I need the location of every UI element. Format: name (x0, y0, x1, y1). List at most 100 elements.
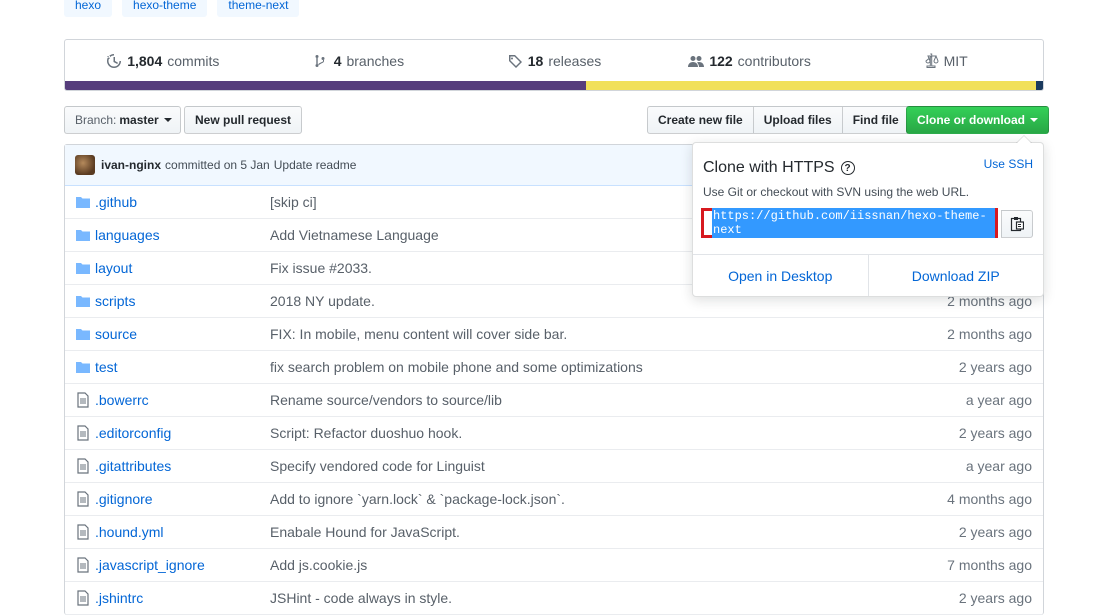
file-name-link[interactable]: .editorconfig (95, 425, 270, 441)
avatar[interactable] (75, 155, 95, 175)
folder-icon (75, 359, 91, 375)
clone-button-label: Clone or download (917, 113, 1025, 127)
releases-count: 18 (527, 52, 544, 69)
clone-url-input[interactable]: https://github.com/iissnan/hexo-theme-ne… (712, 208, 995, 238)
file-icon (75, 425, 91, 441)
file-age: 2 years ago (958, 359, 1032, 375)
file-name-link[interactable]: source (95, 326, 270, 342)
folder-icon (75, 194, 91, 210)
file-commit-message[interactable]: Specify vendored code for Linguist (270, 458, 1043, 474)
file-row: source FIX: In mobile, menu content will … (65, 318, 1043, 351)
file-commit-message[interactable]: Add to ignore `yarn.lock` & `package-loc… (270, 491, 1043, 507)
file-icon (75, 392, 91, 408)
branch-icon (315, 54, 325, 67)
releases-link[interactable]: 18 releases (456, 53, 652, 69)
file-age: a year ago (965, 392, 1032, 408)
branches-label: branches (346, 52, 405, 69)
file-age: 2 years ago (958, 524, 1032, 540)
question-icon[interactable]: ? (840, 161, 855, 175)
contributors-count: 122 (709, 52, 733, 69)
file-commit-message[interactable]: Enabale Hound for JavaScript. (270, 524, 1043, 540)
commit-date: committed on 5 Jan (165, 158, 270, 172)
topic-tag[interactable]: hexo (64, 0, 113, 17)
file-age: 2 years ago (958, 425, 1032, 441)
clone-url-field[interactable]: https://github.com/iissnan/hexo-theme-ne… (701, 208, 998, 238)
file-name-link[interactable]: test (95, 359, 270, 375)
upload-files-button[interactable]: Upload files (752, 106, 843, 134)
license-label: MIT (943, 52, 968, 69)
file-name-link[interactable]: layout (95, 260, 270, 276)
clone-description: Use Git or checkout with SVN using the w… (703, 185, 970, 199)
file-commit-message[interactable]: Rename source/vendors to source/lib (270, 392, 1043, 408)
file-row: .editorconfig Script: Refactor duoshuo ho… (65, 417, 1043, 450)
file-commit-message[interactable]: Script: Refactor duoshuo hook. (270, 425, 1043, 441)
file-row: test fix search problem on mobile phone a… (65, 351, 1043, 384)
file-row: .gitattributes Specify vendored code for … (65, 450, 1043, 483)
file-actions: Create new file Upload files Find file (647, 106, 910, 134)
law-icon (925, 53, 939, 68)
repo-summary: 1,804 commits 4 branches 18 releases 122… (64, 39, 1044, 91)
language-bar[interactable] (65, 81, 1043, 90)
releases-label: releases (548, 52, 602, 69)
file-row: .bowerrc Rename source/vendors to source/… (65, 384, 1043, 417)
language-segment[interactable] (586, 81, 1037, 90)
file-icon (75, 491, 91, 507)
file-name-link[interactable]: .jshintrc (95, 590, 270, 606)
branch-selector[interactable]: Branch: master (64, 106, 181, 134)
open-in-desktop-button[interactable]: Open in Desktop (693, 255, 868, 296)
file-name-link[interactable]: scripts (95, 293, 270, 309)
popover-footer: Open in Desktop Download ZIP (693, 254, 1043, 296)
file-name-link[interactable]: .github (95, 194, 270, 210)
file-row: .jshintrc JSHint - code always in style. 2… (65, 582, 1043, 615)
topic-tag[interactable]: theme-next (217, 0, 300, 17)
file-commit-message[interactable]: fix search problem on mobile phone and s… (270, 359, 1043, 375)
file-row: .javascript_ignore Add js.cookie.js 7 mont… (65, 549, 1043, 582)
people-icon (688, 55, 705, 67)
file-icon (75, 590, 91, 606)
commit-message[interactable]: Update readme (274, 158, 357, 172)
caret-down-icon (163, 118, 172, 122)
topic-tag[interactable]: hexo-theme (122, 0, 208, 17)
file-name-link[interactable]: .javascript_ignore (95, 557, 270, 573)
file-row: .gitignore Add to ignore `yarn.lock` & `p… (65, 483, 1043, 516)
file-name-link[interactable]: .hound.yml (95, 524, 270, 540)
create-new-file-button[interactable]: Create new file (647, 106, 754, 134)
language-segment[interactable] (65, 81, 587, 90)
contributors-label: contributors (737, 52, 811, 69)
file-age: 2 years ago (958, 590, 1032, 606)
contributors-link[interactable]: 122 contributors (652, 53, 848, 69)
popover-arrow (1016, 135, 1032, 143)
file-age: 2 months ago (947, 326, 1032, 342)
file-commit-message[interactable]: Add js.cookie.js (270, 557, 1043, 573)
new-pull-request-button[interactable]: New pull request (184, 106, 303, 134)
file-commit-message[interactable]: JSHint - code always in style. (270, 590, 1043, 606)
find-file-button[interactable]: Find file (841, 106, 910, 134)
commit-author[interactable]: ivan-nginx (101, 158, 161, 172)
folder-icon (75, 227, 91, 243)
commits-label: commits (167, 52, 220, 69)
folder-icon (75, 293, 91, 309)
use-ssh-link[interactable]: Use SSH (984, 157, 1033, 171)
topics-list: hexo hexo-theme theme-next (64, 0, 300, 17)
file-row: .hound.yml Enabale Hound for JavaScript. 2… (65, 516, 1043, 549)
download-zip-button[interactable]: Download ZIP (867, 255, 1044, 296)
language-segment[interactable] (1036, 81, 1043, 90)
file-commit-message[interactable]: FIX: In mobile, menu content will cover … (270, 326, 1043, 342)
caret-down-icon (1030, 118, 1038, 122)
clipboard-icon (1010, 217, 1024, 232)
file-name-link[interactable]: languages (95, 227, 270, 243)
file-age: a year ago (965, 458, 1032, 474)
clone-popover: Clone with HTTPS ? Use SSH Use Git or ch… (692, 135, 1044, 297)
folder-icon (75, 260, 91, 276)
license-link[interactable]: MIT (847, 53, 1043, 69)
branch-label: Branch: (75, 113, 117, 127)
commits-link[interactable]: 1,804 commits (65, 53, 261, 69)
branch-value: master (119, 113, 159, 127)
file-name-link[interactable]: .gitattributes (95, 458, 270, 474)
file-name-link[interactable]: .gitignore (95, 491, 270, 507)
branches-link[interactable]: 4 branches (261, 53, 457, 69)
file-age: 7 months ago (947, 557, 1032, 573)
clone-or-download-button[interactable]: Clone or download (906, 106, 1049, 134)
copy-to-clipboard-button[interactable] (1001, 210, 1033, 238)
file-name-link[interactable]: .bowerrc (95, 392, 270, 408)
